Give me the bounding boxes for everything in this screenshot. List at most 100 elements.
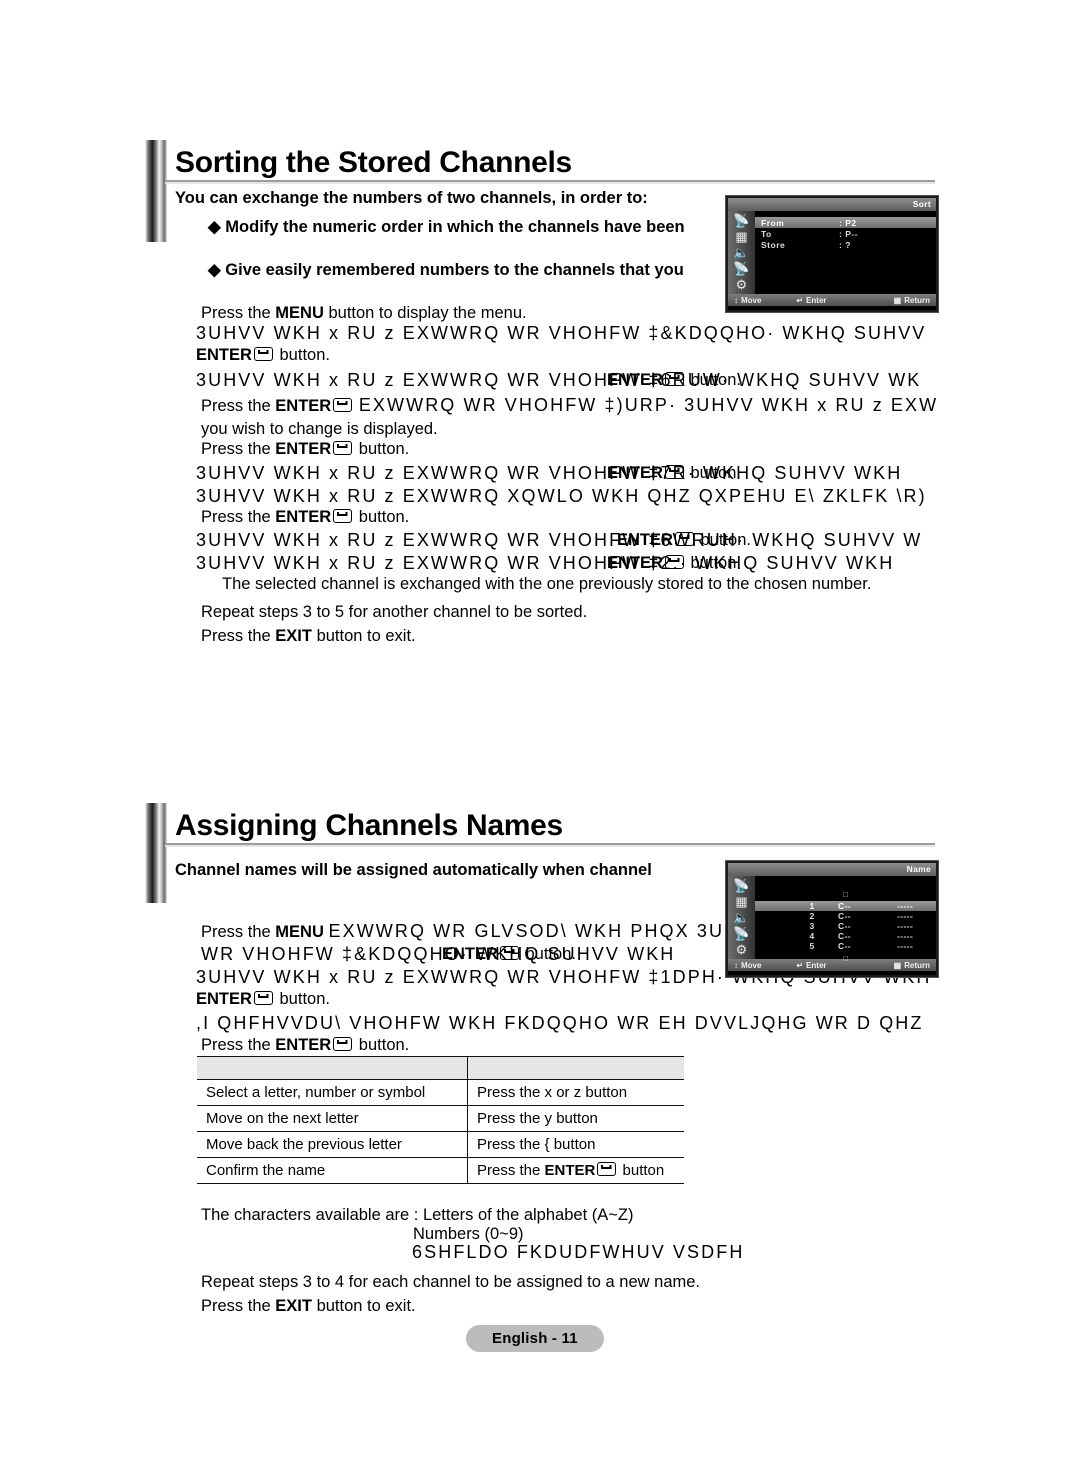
enter-icon — [664, 465, 684, 479]
enter-key-label: ENTER — [275, 508, 332, 526]
assigning-step-line-2-garbled: WR VHOHFW ‡&KDQQHO· WKHQ SUHVV WKH — [201, 944, 676, 964]
osd-name-label: ----- — [897, 911, 914, 921]
enter-icon — [253, 991, 273, 1005]
osd-screenshot-name: Name 📡 ▦ 🔈 📡 ⚙ □ 1 C-- ----- 2 C-- -----… — [726, 861, 938, 977]
enter-icon — [333, 1037, 353, 1051]
sorting-step-line-3: ENTER button. — [196, 346, 330, 364]
enter-key-label: ENTER — [275, 440, 332, 458]
key-glyph: y — [544, 1110, 553, 1127]
osd-name-row[interactable]: 3 C-- ----- — [755, 921, 936, 931]
sorting-step-line-8-overlay: ENTER button. — [607, 464, 741, 482]
osd-name-row[interactable]: 5 C-- ----- — [755, 941, 936, 951]
sorting-step-line-12-overlay: ENTER button. — [607, 554, 741, 572]
assigning-step-line-4: ENTER button. — [196, 990, 330, 1008]
key-mapping-table: Select a letter, number or symbol Press … — [197, 1056, 684, 1184]
enter-key-label: ENTER — [275, 1036, 332, 1054]
sorting-step-line-11-overlay: ENTER button. — [617, 531, 751, 549]
assigning-exit-line: Press the EXIT button to exit. — [201, 1297, 416, 1315]
diamond-bullet-icon: ◆ — [208, 261, 221, 279]
sorting-step-line-1: Press the MENU button to display the men… — [201, 304, 527, 322]
osd-name-ch: C-- — [838, 901, 852, 911]
enter-icon: ↵ — [796, 295, 804, 305]
exit-key-label: EXIT — [275, 627, 312, 645]
enter-key-label: ENTER — [196, 990, 252, 1008]
updown-arrow-icon: ↕ — [734, 295, 738, 305]
osd-name-num: 1 — [809, 901, 815, 911]
sorting-step-line-4-overlay: ENTER button. — [607, 371, 741, 389]
osd-name-num: 4 — [809, 931, 815, 941]
osd-name-row[interactable]: 2 C-- ----- — [755, 911, 936, 921]
sorting-step-line-11-garbled: 3UHVV WKH x RU z EXWWRQ WR VHOHFW ‡6WRUH… — [196, 530, 923, 550]
osd-name-row[interactable]: 4 C-- ----- — [755, 931, 936, 941]
table-cell-action: Move back the previous letter — [197, 1131, 468, 1158]
table-cell-action: Move on the next letter — [197, 1105, 468, 1132]
menu-key-label: MENU — [275, 923, 324, 941]
osd-enter-hint: ↵ Enter — [796, 295, 827, 305]
sorting-step-line-5: Press the ENTER EXWWRQ WR VHOHFW ‡)URP· … — [201, 395, 939, 415]
enter-key-label: ENTER — [275, 397, 332, 415]
osd-name-ch: C-- — [838, 941, 852, 951]
key-glyph: x or z — [544, 1084, 582, 1101]
osd-sort-footer: ↕ Move ↵ Enter ▦ Return — [728, 294, 936, 306]
channel-icon: ▦ — [735, 229, 748, 245]
osd-sort-title: Sort — [728, 198, 936, 211]
table-cell-key: Press the ENTER button — [467, 1157, 684, 1184]
osd-name-label: ----- — [897, 941, 914, 951]
table-header-key — [467, 1056, 684, 1080]
osd-name-label: ----- — [897, 921, 914, 931]
osd-sort-row-to[interactable]: To : P-- — [755, 228, 936, 239]
scroll-up-arrow-icon: □ — [843, 889, 848, 899]
enter-key-label: ENTER — [442, 945, 498, 963]
enter-icon — [597, 1162, 617, 1176]
characters-available-line-1: The characters available are : Letters o… — [201, 1206, 634, 1224]
settings-icon: ⚙ — [735, 941, 748, 957]
sorting-intro: You can exchange the numbers of two chan… — [175, 189, 648, 207]
diamond-bullet-icon: ◆ — [208, 218, 221, 236]
sorting-bullet-1: ◆ Modify the numeric order in which the … — [208, 218, 685, 236]
osd-sort-key: From — [761, 217, 785, 228]
enter-icon — [333, 509, 353, 523]
osd-screenshot-sort: Sort 📡 ▦ 🔈 📡 ⚙ From : P2 To : P-- Store … — [726, 196, 938, 312]
sorting-bullet-2: ◆ Give easily remembered numbers to the … — [208, 261, 684, 279]
table-cell-action: Select a letter, number or symbol — [197, 1079, 468, 1106]
scroll-down-arrow-icon: □ — [843, 953, 848, 963]
sorting-step-line-6: you wish to change is displayed. — [201, 420, 438, 438]
exit-key-label: EXIT — [275, 1297, 312, 1315]
setup-icon: 📡 — [733, 925, 750, 941]
osd-sort-value: : P-- — [839, 228, 859, 239]
osd-name-row[interactable]: 1 C-- ----- — [755, 901, 936, 911]
sorting-step-line-7: Press the ENTER button. — [201, 440, 410, 458]
enter-icon — [674, 532, 694, 546]
table-cell-key: Press the x or z button — [467, 1079, 684, 1106]
section-divider-assigning — [165, 843, 935, 847]
osd-name-label: ----- — [897, 901, 914, 911]
table-row: Select a letter, number or symbol Press … — [197, 1079, 684, 1106]
sorting-step-line-4-garbled: 3UHVV WKH x RU z EXWWRQ WR VHOHFW ‡6RUW·… — [196, 370, 922, 390]
assigning-intro: Channel names will be assigned automatic… — [175, 861, 652, 879]
section-accent-bar-sorting — [145, 140, 167, 242]
page-title-sorting: Sorting the Stored Channels — [175, 146, 572, 179]
osd-name-title: Name — [728, 863, 936, 876]
table-cell-key: Press the { button — [467, 1131, 684, 1158]
osd-sort-row-store[interactable]: Store : ? — [755, 239, 936, 250]
page-number-badge: English - 11 — [466, 1325, 604, 1352]
sorting-step-line-12-garbled: 3UHVV WKH x RU z EXWWRQ WR VHOHFW ‡2.· W… — [196, 553, 895, 573]
sorting-step-line-2-garbled: 3UHVV WKH x RU z EXWWRQ WR VHOHFW ‡&KDQQ… — [196, 323, 927, 343]
assigning-step-line-5-garbled: ,I QHFHVVDU\ VHOHFW WKH FKDQQHO WR EH DV… — [196, 1013, 924, 1033]
enter-icon — [664, 555, 684, 569]
settings-icon: ⚙ — [735, 276, 748, 292]
table-cell-action: Confirm the name — [197, 1157, 468, 1184]
sorting-step-line-9-garbled: 3UHVV WKH x RU z EXWWRQ XQWLO WKH QHZ QX… — [196, 486, 927, 506]
setup-icon: 📡 — [733, 260, 750, 276]
osd-sort-row-from[interactable]: From : P2 — [755, 217, 936, 228]
enter-icon — [664, 372, 684, 386]
osd-sort-value: : ? — [839, 239, 851, 250]
osd-move-hint: ↕ Move — [734, 295, 762, 305]
section-divider-sorting — [165, 180, 935, 184]
osd-name-ch: C-- — [838, 931, 852, 941]
table-header-action — [197, 1056, 468, 1080]
channel-icon: ▦ — [735, 894, 748, 910]
section-accent-bar-assigning — [145, 803, 167, 903]
osd-sort-value: : P2 — [839, 217, 857, 228]
table-row: Move on the next letter Press the y butt… — [197, 1105, 684, 1132]
